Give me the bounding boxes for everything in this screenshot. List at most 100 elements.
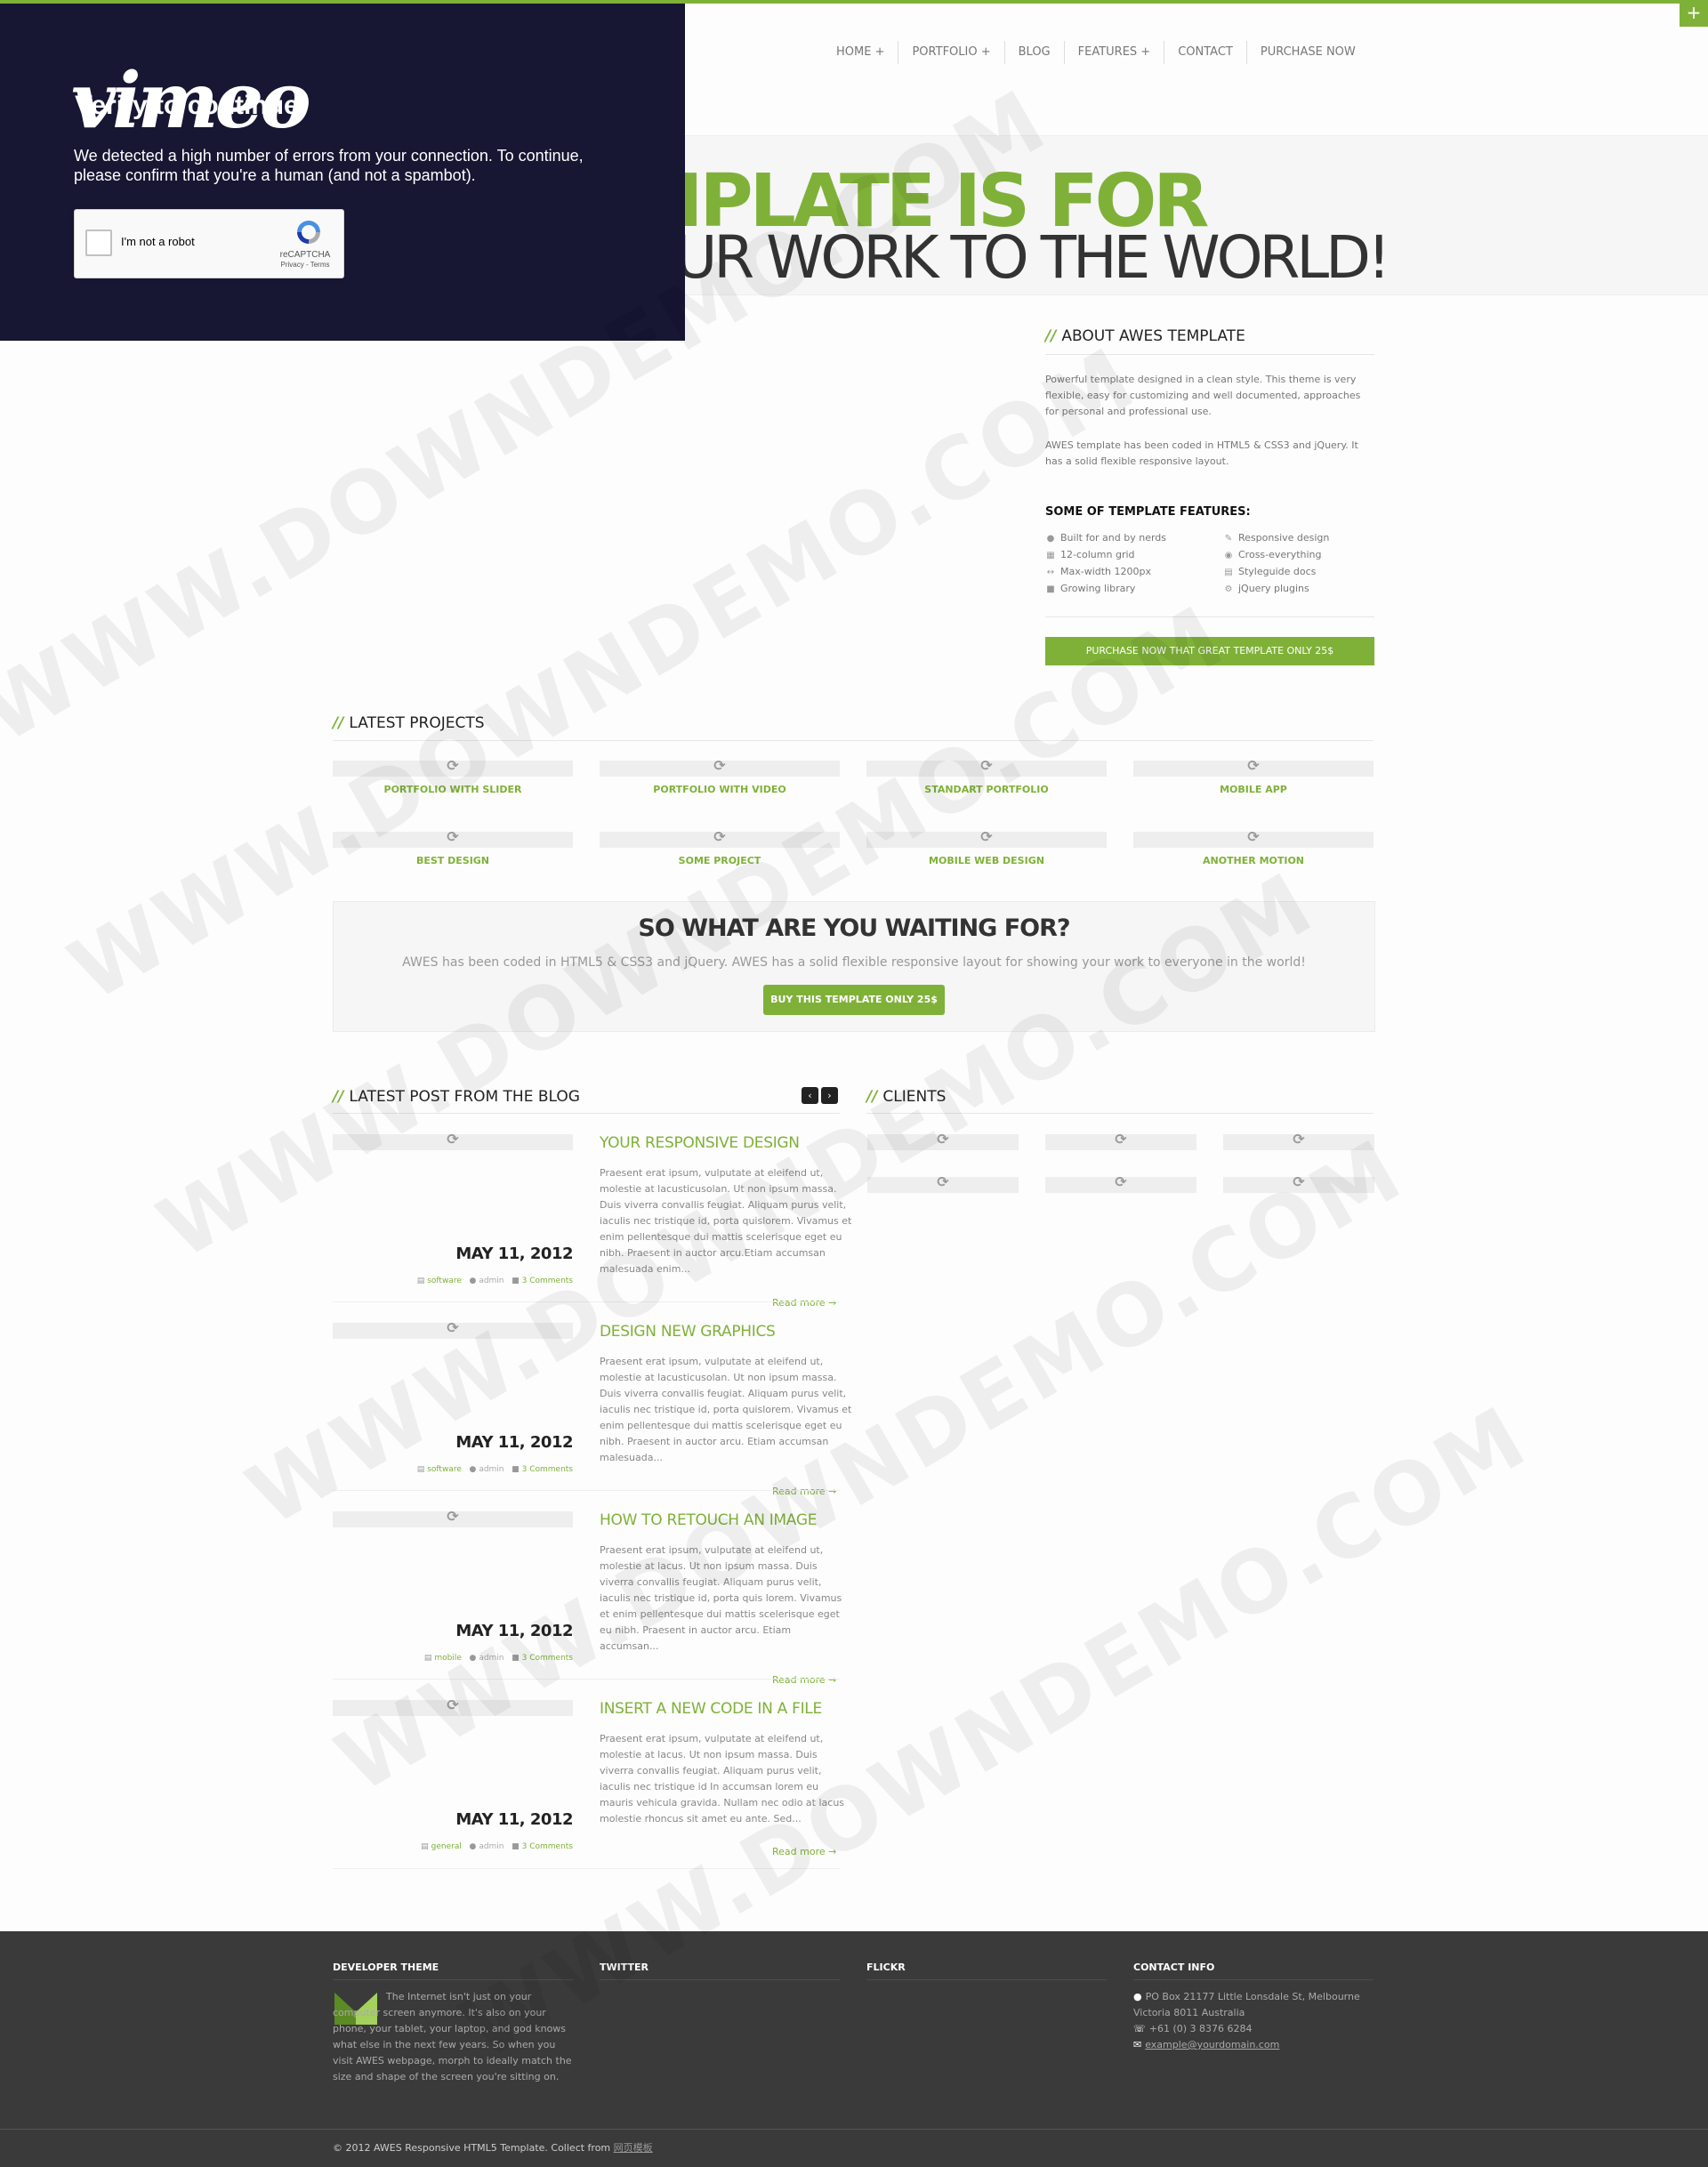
grid-icon: ▦ — [1046, 551, 1055, 560]
features-title: SOME OF TEMPLATE FEATURES: — [1045, 505, 1251, 519]
image-placeholder-icon: ⟳ — [1293, 1131, 1305, 1148]
recaptcha-label: I'm not a robot — [121, 235, 195, 248]
post-title[interactable]: YOUR RESPONSIVE DESIGN — [600, 1134, 800, 1152]
category-icon: ▤ — [416, 1465, 425, 1474]
footer-contact-title: CONTACT INFO — [1133, 1962, 1215, 1973]
vimeo-logo: vimeo — [71, 56, 311, 146]
image-placeholder-icon: ⟳ — [980, 757, 993, 774]
buy-template-button[interactable]: BUY THIS TEMPLATE ONLY 25$ — [763, 985, 945, 1015]
pencil-icon: ✎ — [1224, 534, 1233, 544]
phone-icon: ☏ — [1133, 2023, 1146, 2034]
post-separator — [333, 1679, 840, 1680]
nav-purchase-now[interactable]: PURCHASE NOW — [1247, 41, 1369, 64]
about-paragraph-1: Powerful template designed in a clean st… — [1045, 374, 1361, 417]
project-link[interactable]: SOME PROJECT — [600, 855, 840, 866]
footer-divider — [1133, 1979, 1374, 1980]
author-icon: ● — [469, 1842, 477, 1851]
footer-developer-text: The Internet isn't just on your computer… — [333, 1991, 572, 2082]
about-paragraph-2: AWES template has been coded in HTML5 & … — [1045, 439, 1358, 467]
project-link[interactable]: PORTFOLIO WITH SLIDER — [333, 784, 573, 795]
image-placeholder-icon: ⟳ — [1247, 757, 1260, 774]
gear-icon: ⚙ — [1224, 584, 1233, 594]
blog-next-arrow[interactable]: › — [821, 1087, 838, 1104]
post-separator — [333, 1490, 840, 1491]
project-link[interactable]: BEST DESIGN — [333, 855, 573, 866]
feature-item: ⚙ jQuery plugins — [1223, 581, 1401, 598]
copyright-text: © 2012 AWES Responsive HTML5 Template. C… — [333, 2142, 653, 2154]
nav-contact[interactable]: CONTACT — [1164, 41, 1247, 64]
footer-email-link[interactable]: example@yourdomain.com — [1145, 2039, 1279, 2050]
cta-title: SO WHAT ARE YOU WAITING FOR? — [638, 914, 1070, 942]
features-list-right: ✎ Responsive design ◉ Cross-everything ▤ St… — [1223, 530, 1401, 598]
post-title[interactable]: DESIGN NEW GRAPHICS — [600, 1323, 776, 1341]
eye-icon: ◉ — [1224, 551, 1233, 560]
post-excerpt: Praesent erat ipsum, vulputate at eleife… — [600, 1544, 842, 1652]
vimeo-verification-overlay: Verify to continue vimeo We detected a h… — [0, 4, 685, 341]
toggle-panel-button[interactable]: + — [1680, 0, 1708, 27]
nav-features[interactable]: FEATURES + — [1065, 41, 1165, 64]
read-more-link[interactable]: Read more → — [772, 1674, 879, 1686]
recaptcha-brand: reCAPTCHA — [279, 250, 331, 260]
project-link[interactable]: STANDART PORTFOLIO — [866, 784, 1107, 795]
project-link[interactable]: PORTFOLIO WITH VIDEO — [600, 784, 840, 795]
feature-item: ✎ Responsive design — [1223, 530, 1401, 547]
read-more-link[interactable]: Read more → — [772, 1846, 879, 1857]
post-title[interactable]: INSERT A NEW CODE IN A FILE — [600, 1700, 822, 1718]
hero-subheadline: UR WORK TO THE WORLD! — [674, 223, 1390, 292]
feature-item: ◉ Cross-everything — [1223, 547, 1401, 564]
footer-developer-title: DEVELOPER THEME — [333, 1962, 439, 1973]
image-placeholder-icon: ⟳ — [713, 828, 726, 845]
image-placeholder-icon: ⟳ — [447, 828, 459, 845]
projects-divider — [333, 740, 1374, 741]
user-icon: ● — [1046, 534, 1055, 544]
call-to-action-box: SO WHAT ARE YOU WAITING FOR? AWES has be… — [333, 901, 1375, 1032]
about-divider — [1045, 354, 1374, 355]
about-section-title: //ABOUT AWES TEMPLATE — [1045, 327, 1245, 345]
recaptcha-checkbox[interactable] — [85, 230, 112, 256]
footer-divider — [333, 1979, 573, 1980]
purchase-template-button[interactable]: PURCHASE NOW THAT GREAT TEMPLATE ONLY 25… — [1045, 637, 1374, 665]
footer-divider — [866, 1979, 1107, 1980]
post-date: MAY 11, 2012 — [455, 1245, 573, 1263]
post-title[interactable]: HOW TO RETOUCH AN IMAGE — [600, 1511, 817, 1529]
footer-email-row: ✉ example@yourdomain.com — [1133, 2037, 1374, 2053]
blog-prev-arrow[interactable]: ‹ — [802, 1087, 818, 1104]
read-more-link[interactable]: Read more → — [772, 1297, 879, 1309]
comments-icon: ■ — [512, 1465, 520, 1474]
category-icon: ▤ — [423, 1654, 432, 1663]
image-placeholder-icon: ⟳ — [447, 1508, 459, 1525]
verify-message: We detected a high number of errors from… — [74, 147, 584, 184]
comments-icon: ■ — [512, 1842, 520, 1851]
nav-portfolio[interactable]: PORTFOLIO + — [898, 41, 1005, 64]
comments-icon: ■ — [512, 1277, 520, 1285]
recaptcha-privacy-terms[interactable]: Privacy - Terms — [272, 261, 338, 269]
features-list-left: ● Built for and by nerds ▦ 12-column grid … — [1045, 530, 1223, 598]
nav-blog[interactable]: BLOG — [1005, 41, 1065, 64]
post-excerpt: Praesent erat ipsum, vulputate at eleife… — [600, 1167, 852, 1275]
read-more-link[interactable]: Read more → — [772, 1486, 879, 1497]
blog-divider — [333, 1113, 840, 1114]
projects-section-title: //LATEST PROJECTS — [333, 714, 485, 732]
image-placeholder-icon: ⟳ — [937, 1131, 949, 1148]
book-icon: ■ — [1046, 584, 1055, 594]
project-link[interactable]: MOBILE WEB DESIGN — [866, 855, 1107, 866]
post-meta: ▤ mobile ● admin ■ 3 Comments — [423, 1654, 573, 1663]
author-icon: ● — [469, 1277, 477, 1285]
image-placeholder-icon: ⟳ — [447, 1319, 459, 1336]
mail-icon: ✉ — [1133, 2039, 1142, 2050]
feature-item: ▤ Styleguide docs — [1223, 564, 1401, 581]
nav-home[interactable]: HOME + — [823, 41, 899, 64]
image-placeholder-icon: ⟳ — [1115, 1131, 1127, 1148]
feature-item: ● Built for and by nerds — [1045, 530, 1223, 547]
image-placeholder-icon: ⟳ — [937, 1173, 949, 1190]
footer-phone: ☏ +61 (0) 3 8376 6284 — [1133, 2023, 1253, 2034]
copyright-link[interactable]: 网页模板 — [614, 2142, 653, 2154]
category-icon: ▤ — [421, 1842, 429, 1851]
footer-divider — [600, 1979, 840, 1980]
project-link[interactable]: ANOTHER MOTION — [1133, 855, 1374, 866]
project-link[interactable]: MOBILE APP — [1133, 784, 1374, 795]
footer-twitter-title: TWITTER — [600, 1962, 649, 1973]
post-meta: ▤ general ● admin ■ 3 Comments — [421, 1842, 573, 1851]
footer-flickr-title: FLICKR — [866, 1962, 906, 1973]
blog-section-title: //LATEST POST FROM THE BLOG — [333, 1088, 580, 1106]
